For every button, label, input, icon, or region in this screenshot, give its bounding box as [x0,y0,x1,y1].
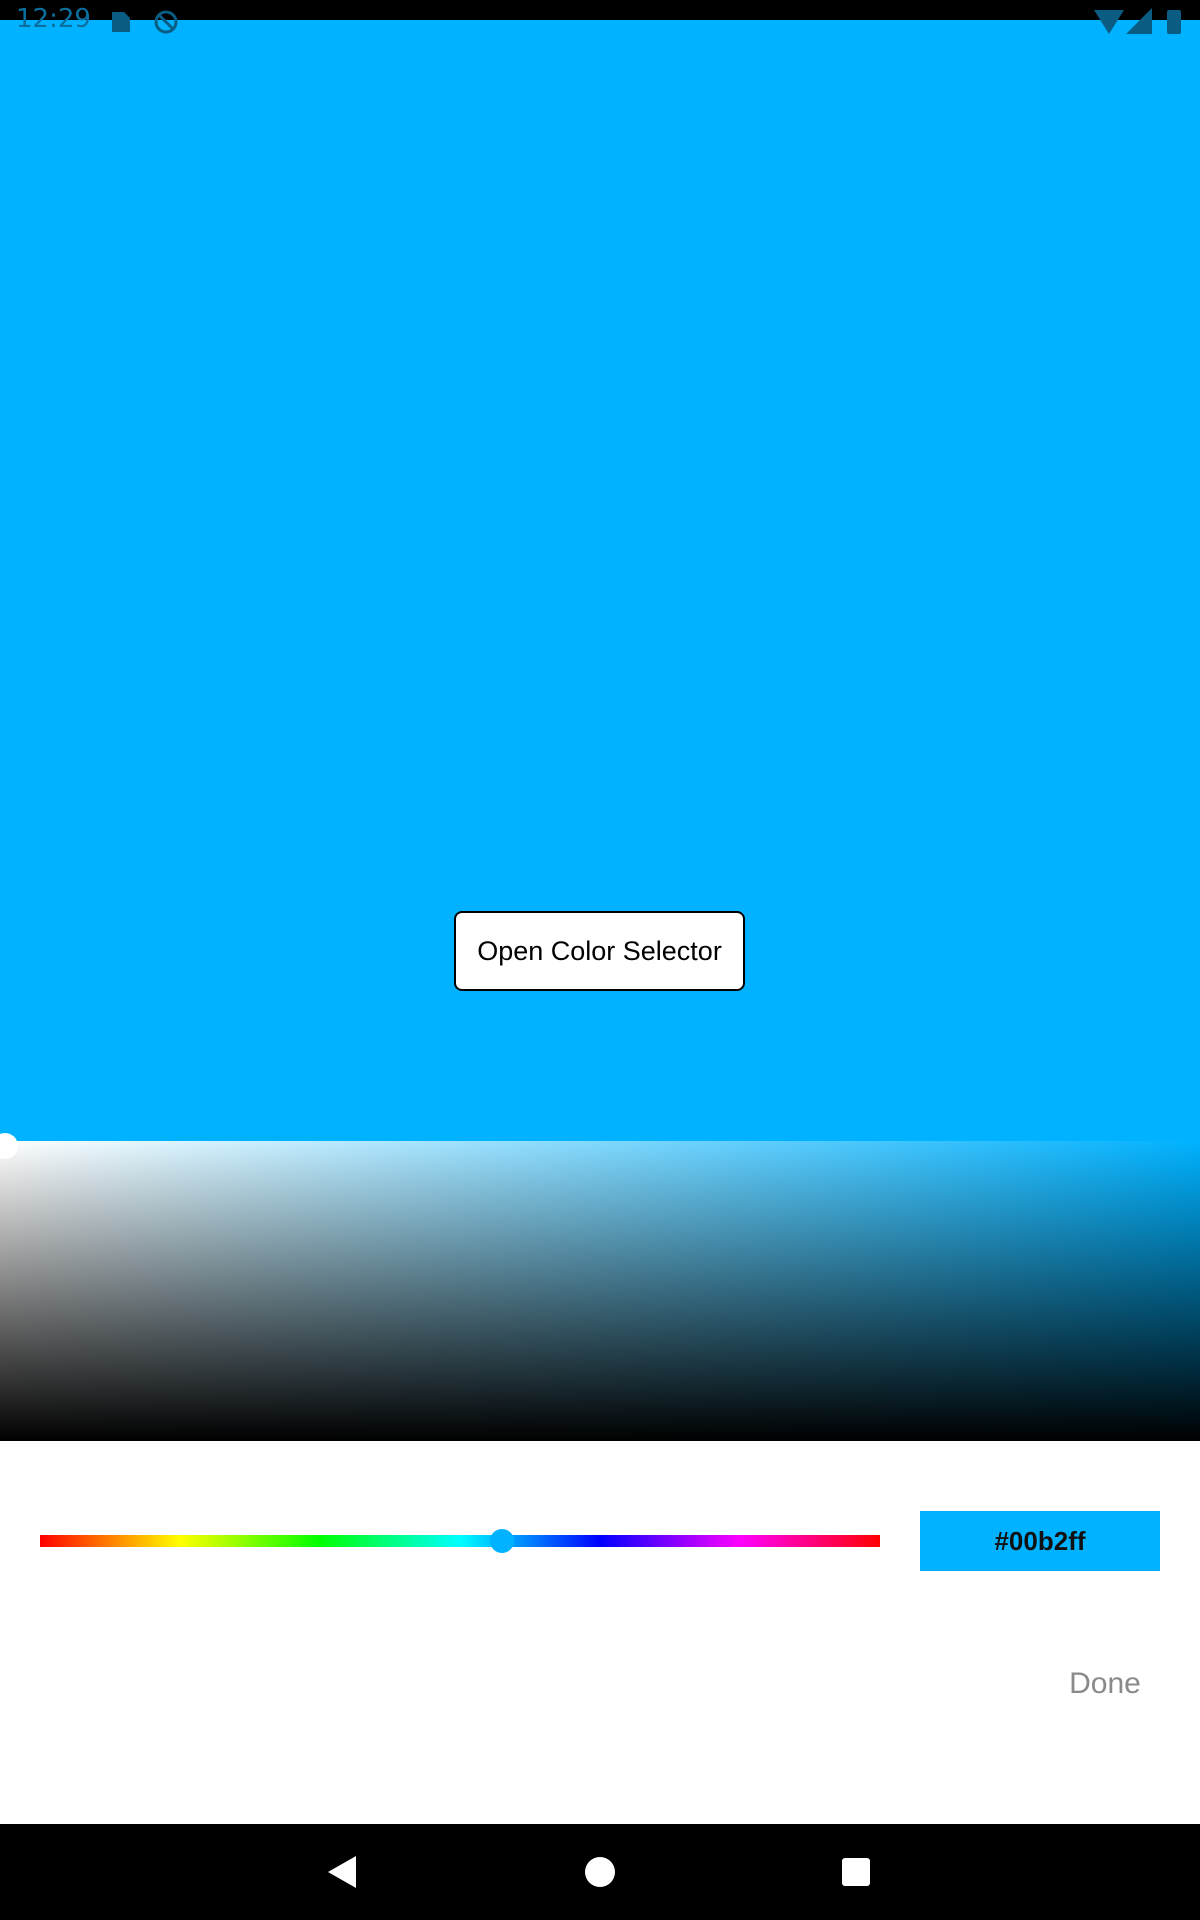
open-color-selector-button[interactable]: Open Color Selector [454,911,745,991]
hue-slider-thumb[interactable] [490,1529,514,1553]
recents-button[interactable] [796,1824,916,1920]
back-icon [328,1856,356,1888]
home-icon [585,1857,615,1887]
hex-value-display: #00b2ff [920,1511,1160,1571]
color-preview-area: Open Color Selector [0,20,1200,1141]
back-button[interactable] [282,1824,402,1920]
color-selector-panel: #00b2ff Done [0,1441,1200,1824]
saturation-brightness-picker[interactable] [0,1133,1200,1441]
done-button[interactable]: Done [1040,1659,1170,1709]
app-screen: 12:29 Open Color Selector #00b2ff Done [0,0,1200,1920]
home-button[interactable] [540,1824,660,1920]
status-bar [0,0,1200,20]
navigation-bar [0,1824,1200,1920]
recents-icon [842,1858,870,1886]
hue-slider-track[interactable] [40,1535,880,1547]
